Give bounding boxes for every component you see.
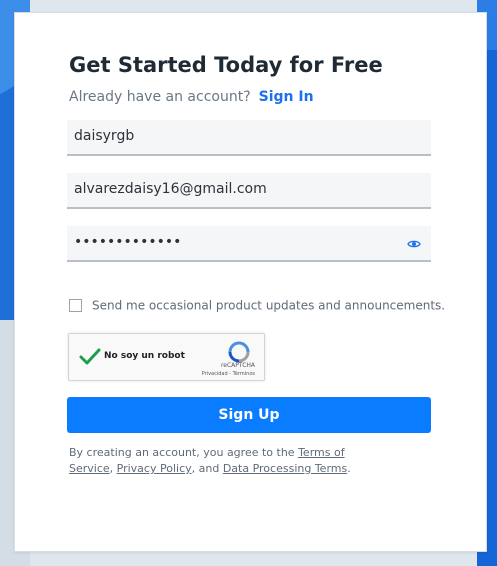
signup-button[interactable]: Sign Up bbox=[67, 397, 431, 433]
terms-and: , and bbox=[191, 462, 220, 475]
updates-checkbox-label: Send me occasional product updates and a… bbox=[92, 298, 446, 313]
privacy-policy-link[interactable]: Privacy Policy bbox=[117, 462, 192, 475]
signin-prompt-row: Already have an account? Sign In bbox=[69, 89, 314, 105]
terms-text: By creating an account, you agree to the… bbox=[69, 445, 389, 477]
recaptcha-label: No soy un robot bbox=[104, 351, 185, 361]
password-field[interactable] bbox=[67, 226, 431, 262]
updates-checkbox[interactable] bbox=[69, 299, 82, 312]
data-processing-terms-link[interactable]: Data Processing Terms bbox=[223, 462, 347, 475]
recaptcha-checkmark-icon[interactable] bbox=[79, 346, 101, 368]
recaptcha-brand: reCAPTCHA bbox=[220, 362, 255, 369]
terms-comma: , bbox=[109, 462, 114, 475]
signin-prompt: Already have an account? bbox=[69, 89, 251, 105]
password-input[interactable] bbox=[74, 234, 394, 250]
email-input[interactable] bbox=[74, 181, 394, 197]
signup-card: Get Started Today for Free Already have … bbox=[14, 12, 487, 552]
show-password-eye-icon[interactable] bbox=[407, 236, 421, 250]
signin-link[interactable]: Sign In bbox=[259, 89, 314, 105]
recaptcha-logo-icon bbox=[227, 340, 251, 364]
recaptcha-widget: No soy un robot reCAPTCHA Privacidad - T… bbox=[68, 333, 265, 381]
terms-period: . bbox=[347, 462, 351, 475]
username-input[interactable] bbox=[74, 128, 394, 144]
terms-prefix: By creating an account, you agree to the bbox=[69, 446, 295, 459]
email-field[interactable] bbox=[67, 173, 431, 209]
updates-checkbox-row[interactable]: Send me occasional product updates and a… bbox=[69, 298, 445, 313]
recaptcha-links[interactable]: Privacidad - Términos bbox=[202, 371, 255, 377]
page-title: Get Started Today for Free bbox=[69, 53, 383, 77]
username-field[interactable] bbox=[67, 120, 431, 156]
